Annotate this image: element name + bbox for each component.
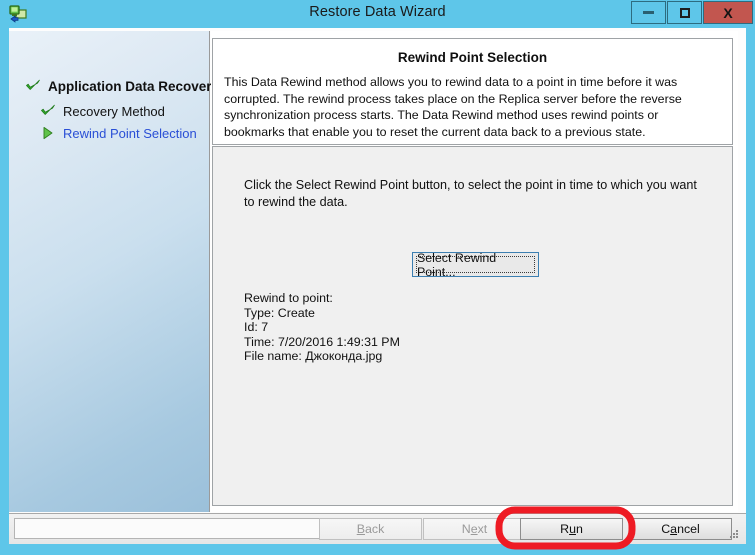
sidebar-item-label: Rewind Point Selection [63,125,197,141]
rewind-point-details: Rewind to point: Type: Create Id: 7 Time… [244,291,400,364]
run-button-accel: u [569,522,576,536]
green-check-icon [25,78,41,94]
cancel-button-accel: a [670,522,678,536]
green-check-icon [40,103,56,119]
details-file-name: File name: Джоконда.jpg [244,349,383,364]
page-header-panel: Rewind Point Selection This Data Rewind … [212,38,733,145]
footer-bar: Back Ne xt Run Ca ncel [9,513,746,544]
sidebar-item-label: Application Data Recovery [48,78,220,94]
page-body-panel: Click the Select Rewind Point button, to… [212,146,733,506]
page-title: Rewind Point Selection [397,50,548,65]
cancel-button[interactable]: Ca ncel [629,518,732,540]
run-button-prefix: R [560,522,570,536]
status-field[interactable] [14,518,321,539]
minimize-icon [643,11,654,14]
resize-grip-icon[interactable] [728,527,740,539]
select-rewind-point-label: Select Rewind Point... [416,251,535,279]
details-id: Id: 7 [244,320,269,335]
title-bar: Restore Data Wizard X [0,0,755,28]
next-button-prefix: N [461,522,471,536]
wizard-steps-panel: Application Data Recovery Recovery Metho… [9,31,219,512]
back-button[interactable]: Back [319,518,422,540]
next-button-accel: e [470,522,478,536]
maximize-icon [679,7,690,18]
close-icon: X [723,4,733,21]
minimize-button[interactable] [631,1,666,24]
details-heading: Rewind to point: [244,291,333,305]
window-controls: X [630,1,753,24]
select-rewind-point-button[interactable]: Select Rewind Point... [412,251,539,279]
restore-data-wizard-window: Restore Data Wizard X Application Data R… [0,0,755,550]
back-button-suffix: ack [364,522,385,536]
next-button-suffix: xt [477,522,488,536]
back-button-accel: B [356,522,365,536]
details-time: Time: 7/20/2016 1:49:31 PM [244,334,400,349]
page-description: This Data Rewind method allows you to re… [224,75,682,139]
sidebar-item-application-data-recovery[interactable]: Application Data Recovery [25,78,219,94]
sidebar-item-recovery-method[interactable]: Recovery Method [40,103,165,119]
sidebar-item-label: Recovery Method [63,103,165,119]
run-button[interactable]: Run [520,518,623,540]
run-button-suffix: n [575,522,583,536]
next-button[interactable]: Ne xt [423,518,526,540]
cancel-button-prefix: C [661,522,671,536]
cancel-button-suffix: ncel [677,522,700,536]
green-arrow-icon [40,125,56,141]
details-type: Type: Create [244,305,315,320]
maximize-button[interactable] [667,1,702,24]
close-button[interactable]: X [703,1,753,24]
instructions-text: Click the Select Rewind Point button, to… [244,178,697,209]
sidebar-item-rewind-point-selection[interactable]: Rewind Point Selection [40,125,197,141]
